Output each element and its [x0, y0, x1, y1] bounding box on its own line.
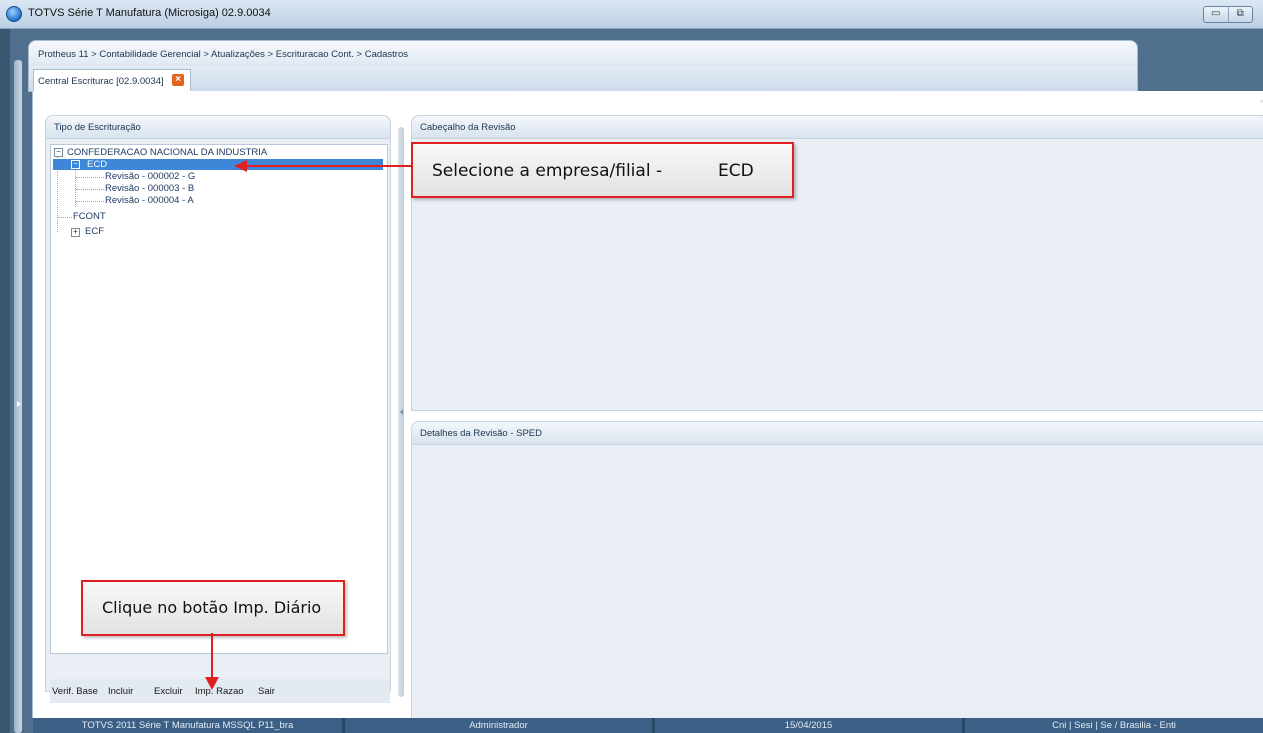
status-date: 15/04/2015	[655, 718, 965, 733]
tree-node-fcont[interactable]: FCONT	[73, 211, 106, 222]
tree-collapse-icon[interactable]: −	[71, 160, 80, 169]
tree-connector	[76, 189, 104, 190]
panel-title: Cabeçalho da Revisão	[412, 116, 1263, 139]
tree-connector	[58, 217, 72, 218]
tree-node-root[interactable]: CONFEDERACAO NACIONAL DA INDUSTRIA	[67, 147, 267, 158]
callout-tag: ECD	[718, 161, 754, 181]
annotation-arrowhead-icon	[205, 677, 219, 690]
window-titlebar: TOTVS Série T Manufatura (Microsiga) 02.…	[0, 0, 1263, 29]
breadcrumb: Protheus 11 > Contabilidade Gerencial > …	[28, 40, 1138, 69]
callout-select-company: Selecione a empresa/filial - ECD	[411, 142, 794, 198]
tree-node-revision[interactable]: Revisão - 000002 - G	[105, 171, 195, 182]
panel-title: Tipo de Escrituração	[46, 116, 390, 139]
tab-strip: Central Escriturac [02.9.0034] ×	[28, 66, 1138, 92]
tree-expand-icon[interactable]: +	[71, 228, 80, 237]
tree-connector	[76, 201, 104, 202]
tree-node-revision[interactable]: Revisão - 000003 - B	[105, 183, 194, 194]
annotation-arrowhead-icon	[234, 160, 247, 172]
callout-text: Selecione a empresa/filial -	[432, 161, 663, 181]
tree-node-ecd-label: ECD	[87, 159, 108, 170]
tab-close-icon[interactable]: ×	[172, 74, 184, 86]
tree-node-ecf[interactable]: ECF	[85, 226, 104, 237]
imp-razao-button[interactable]: Imp. Razao	[195, 686, 244, 697]
splitter-arrow-icon[interactable]	[400, 409, 403, 415]
action-button-bar: Verif. Base Incluir Excluir Imp. Razao S…	[50, 679, 390, 703]
tab-label: Central Escriturac [02.9.0034]	[38, 76, 164, 87]
minimize-icon[interactable]: ▭	[1204, 7, 1229, 22]
panel-title: Detalhes da Revisão - SPED	[412, 422, 1263, 445]
tree-connector	[76, 177, 104, 178]
tab-central-escrituracao[interactable]: Central Escriturac [02.9.0034] ×	[33, 69, 191, 92]
tree-collapse-icon[interactable]: −	[54, 148, 63, 157]
callout-click-button: Clique no botão Imp. Diário	[81, 580, 345, 636]
verif-base-button[interactable]: Verif. Base	[52, 686, 98, 697]
callout-text: Clique no botão Imp. Diário	[102, 598, 322, 617]
left-edge-strip	[0, 29, 10, 733]
expand-arrow-icon[interactable]	[17, 401, 21, 407]
excluir-button[interactable]: Excluir	[154, 686, 183, 697]
revision-details-panel: Detalhes da Revisão - SPED	[411, 421, 1263, 720]
escrituracao-tree[interactable]: − CONFEDERACAO NACIONAL DA INDUSTRIA − E…	[50, 144, 388, 654]
tree-node-revision[interactable]: Revisão - 000004 - A	[105, 195, 194, 206]
side-collapse-handle[interactable]	[14, 60, 22, 733]
incluir-button[interactable]: Incluir	[108, 686, 133, 697]
status-user: Administrador	[345, 718, 655, 733]
status-bar: TOTVS 2011 Série T Manufatura MSSQL P11_…	[33, 718, 1263, 733]
annotation-arrow-line	[246, 165, 411, 167]
window-controls: ▭ ⧉	[1203, 6, 1253, 23]
sair-button[interactable]: Sair	[258, 686, 275, 697]
app-logo-icon	[6, 6, 22, 22]
status-company: Cni | Sesi | Se / Brasilia - Enti	[1052, 720, 1176, 731]
breadcrumb-text: Protheus 11 > Contabilidade Gerencial > …	[38, 49, 409, 60]
restore-icon[interactable]: ⧉	[1229, 7, 1253, 22]
window-title: TOTVS Série T Manufatura (Microsiga) 02.…	[28, 7, 271, 19]
status-product: TOTVS 2011 Série T Manufatura MSSQL P11_…	[33, 718, 345, 733]
annotation-arrow-line	[211, 633, 213, 678]
